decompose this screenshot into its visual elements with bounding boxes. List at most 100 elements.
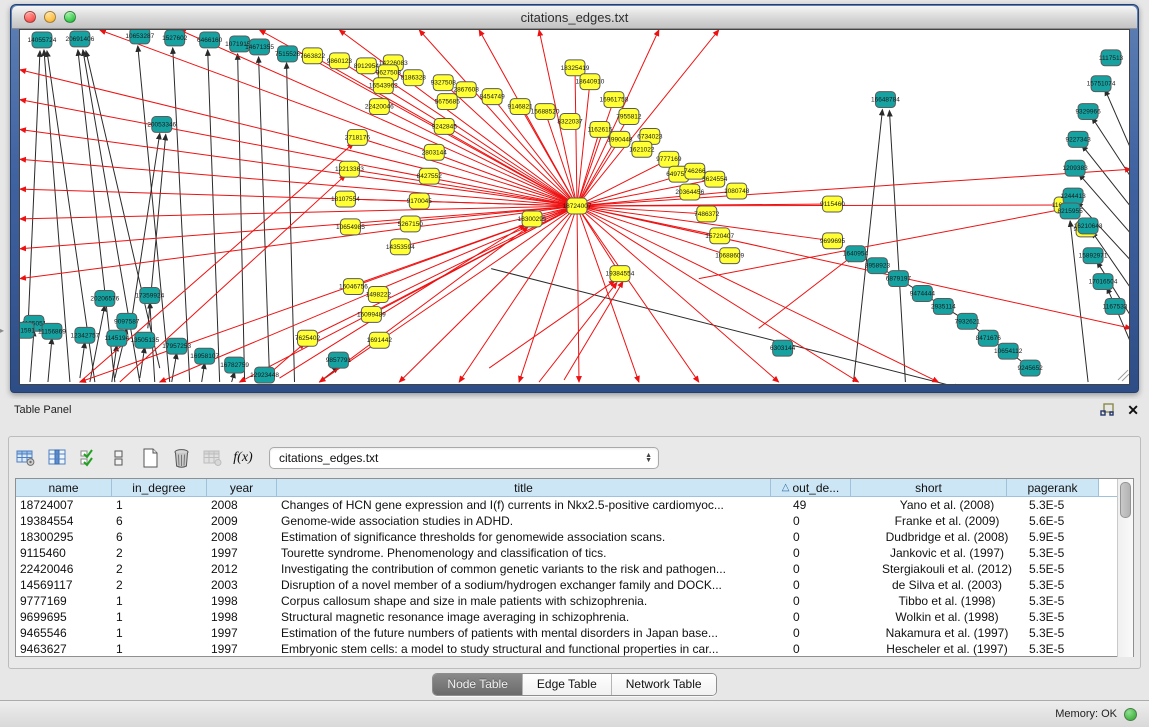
- network-node[interactable]: 16958107: [190, 348, 219, 364]
- cell-in_degree[interactable]: 1: [112, 625, 207, 641]
- cell-short[interactable]: Yano et al. (2008): [869, 497, 1025, 513]
- cell-short[interactable]: Franke et al. (2009): [869, 513, 1025, 529]
- delete-table-icon[interactable]: [170, 447, 192, 469]
- network-node[interactable]: 9115460: [820, 196, 845, 212]
- network-node[interactable]: 1209383: [1062, 160, 1088, 176]
- cell-year[interactable]: 2009: [207, 513, 277, 529]
- network-node[interactable]: 1080748: [724, 183, 750, 199]
- network-node[interactable]: 17016504: [1089, 274, 1118, 290]
- network-node[interactable]: 11156869: [38, 323, 66, 339]
- network-node[interactable]: 15720407: [705, 228, 734, 244]
- cell-year[interactable]: 1997: [207, 641, 277, 657]
- hub-citation-edge[interactable]: [20, 159, 577, 206]
- cell-year[interactable]: 2003: [207, 577, 277, 593]
- scrollbar-thumb[interactable]: [1120, 482, 1131, 518]
- network-node[interactable]: 9474444: [910, 286, 936, 302]
- network-node[interactable]: 7932621: [955, 313, 981, 329]
- network-node[interactable]: 7663822: [300, 48, 326, 64]
- cell-name[interactable]: 18300295: [16, 529, 112, 545]
- table-row[interactable]: 946554611997Estimation of the future num…: [16, 625, 1117, 641]
- network-node[interactable]: 7515526: [275, 46, 301, 62]
- select-column-icon[interactable]: [46, 447, 68, 469]
- network-node[interactable]: 9777169: [656, 151, 682, 167]
- citation-edge[interactable]: [1070, 221, 1088, 382]
- table-settings-icon[interactable]: [15, 447, 37, 469]
- cell-in_degree[interactable]: 2: [112, 561, 207, 577]
- network-node[interactable]: 10654985: [336, 219, 365, 235]
- tab-node-table[interactable]: Node Table: [433, 674, 523, 695]
- cell-in_degree[interactable]: 6: [112, 529, 207, 545]
- citation-edge[interactable]: [489, 281, 615, 369]
- network-node[interactable]: 10653287: [125, 30, 154, 44]
- table-row[interactable]: 1456911722003Disruption of a novel membe…: [16, 577, 1117, 593]
- cell-title[interactable]: Disruption of a novel member of a sodium…: [277, 577, 789, 593]
- network-node[interactable]: 8186328: [401, 70, 427, 86]
- cell-out_degree[interactable]: 0: [789, 641, 869, 657]
- network-node[interactable]: 19384554: [606, 266, 635, 282]
- network-node[interactable]: 9245652: [1018, 360, 1044, 376]
- cell-in_degree[interactable]: 1: [112, 609, 207, 625]
- column-header-name[interactable]: name: [16, 479, 112, 497]
- cell-short[interactable]: Jankovic et al. (1997): [869, 545, 1025, 561]
- cell-out_degree[interactable]: 0: [789, 593, 869, 609]
- network-node[interactable]: 9242845: [432, 119, 458, 135]
- cell-pagerank[interactable]: 5.3E-5: [1025, 577, 1117, 593]
- table-row[interactable]: 1872400712008Changes of HCN gene express…: [16, 497, 1117, 513]
- cell-title[interactable]: Tourette syndrome. Phenomenology and cla…: [277, 545, 789, 561]
- cell-in_degree[interactable]: 1: [112, 641, 207, 657]
- network-node[interactable]: 9097587: [114, 313, 140, 329]
- citation-edge[interactable]: [172, 353, 177, 382]
- citation-edge[interactable]: [1082, 145, 1130, 207]
- cell-out_degree[interactable]: 0: [789, 625, 869, 641]
- hub-citation-edge[interactable]: [577, 139, 620, 206]
- network-node[interactable]: 15892971: [1079, 248, 1108, 264]
- hub-citation-edge[interactable]: [400, 206, 577, 247]
- network-node[interactable]: 10654112: [994, 343, 1023, 359]
- citation-edge[interactable]: [48, 338, 52, 382]
- cell-year[interactable]: 2008: [207, 497, 277, 513]
- network-node[interactable]: 15751074: [1087, 76, 1116, 92]
- cell-out_degree[interactable]: 0: [789, 577, 869, 593]
- network-node[interactable]: 3624554: [702, 171, 728, 187]
- cell-name[interactable]: 22420046: [16, 561, 112, 577]
- table-vertical-scrollbar[interactable]: [1117, 479, 1133, 657]
- network-node[interactable]: 14055724: [28, 32, 57, 48]
- network-node[interactable]: 9860123: [327, 53, 353, 69]
- cell-title[interactable]: Estimation of the future numbers of pati…: [277, 625, 789, 641]
- network-node[interactable]: 16648784: [871, 92, 900, 108]
- cell-short[interactable]: Stergiakouli et al. (2012): [869, 561, 1025, 577]
- column-header-out_degree[interactable]: △out_de...: [771, 479, 851, 497]
- cell-title[interactable]: Estimation of significance thresholds fo…: [277, 529, 789, 545]
- hub-citation-edge[interactable]: [575, 68, 577, 206]
- citation-edge[interactable]: [238, 54, 245, 382]
- cell-year[interactable]: 2008: [207, 529, 277, 545]
- cell-out_degree[interactable]: 0: [789, 513, 869, 529]
- citation-edge[interactable]: [1105, 90, 1130, 150]
- network-node[interactable]: 1621022: [629, 141, 655, 157]
- cell-short[interactable]: Wolkin et al. (1998): [869, 609, 1025, 625]
- cell-pagerank[interactable]: 5.3E-5: [1025, 641, 1117, 657]
- network-node[interactable]: 5675685: [435, 94, 461, 110]
- cell-name[interactable]: 9777169: [16, 593, 112, 609]
- cell-year[interactable]: 1998: [207, 593, 277, 609]
- citation-edge[interactable]: [80, 342, 85, 378]
- network-node[interactable]: 12342757: [70, 327, 99, 343]
- minimize-window-icon[interactable]: [44, 11, 56, 23]
- network-node[interactable]: 1691442: [367, 332, 393, 348]
- network-node[interactable]: 16782759: [220, 357, 249, 373]
- cell-pagerank[interactable]: 5.3E-5: [1025, 593, 1117, 609]
- hub-citation-edge[interactable]: [577, 206, 779, 382]
- network-node[interactable]: 12213363: [335, 161, 364, 177]
- cell-name[interactable]: 9463627: [16, 641, 112, 657]
- cell-pagerank[interactable]: 5.6E-5: [1025, 513, 1117, 529]
- cell-in_degree[interactable]: 6: [112, 513, 207, 529]
- cell-pagerank[interactable]: 5.3E-5: [1025, 625, 1117, 641]
- tab-network-table[interactable]: Network Table: [612, 674, 716, 695]
- network-node[interactable]: 1167533: [1103, 298, 1128, 314]
- cell-name[interactable]: 18724007: [16, 497, 112, 513]
- network-node[interactable]: 9146821: [507, 99, 533, 115]
- close-icon[interactable]: ✕: [1127, 403, 1139, 417]
- hub-citation-edge[interactable]: [577, 129, 600, 206]
- cell-name[interactable]: 19384554: [16, 513, 112, 529]
- network-node[interactable]: 1527602: [162, 30, 188, 46]
